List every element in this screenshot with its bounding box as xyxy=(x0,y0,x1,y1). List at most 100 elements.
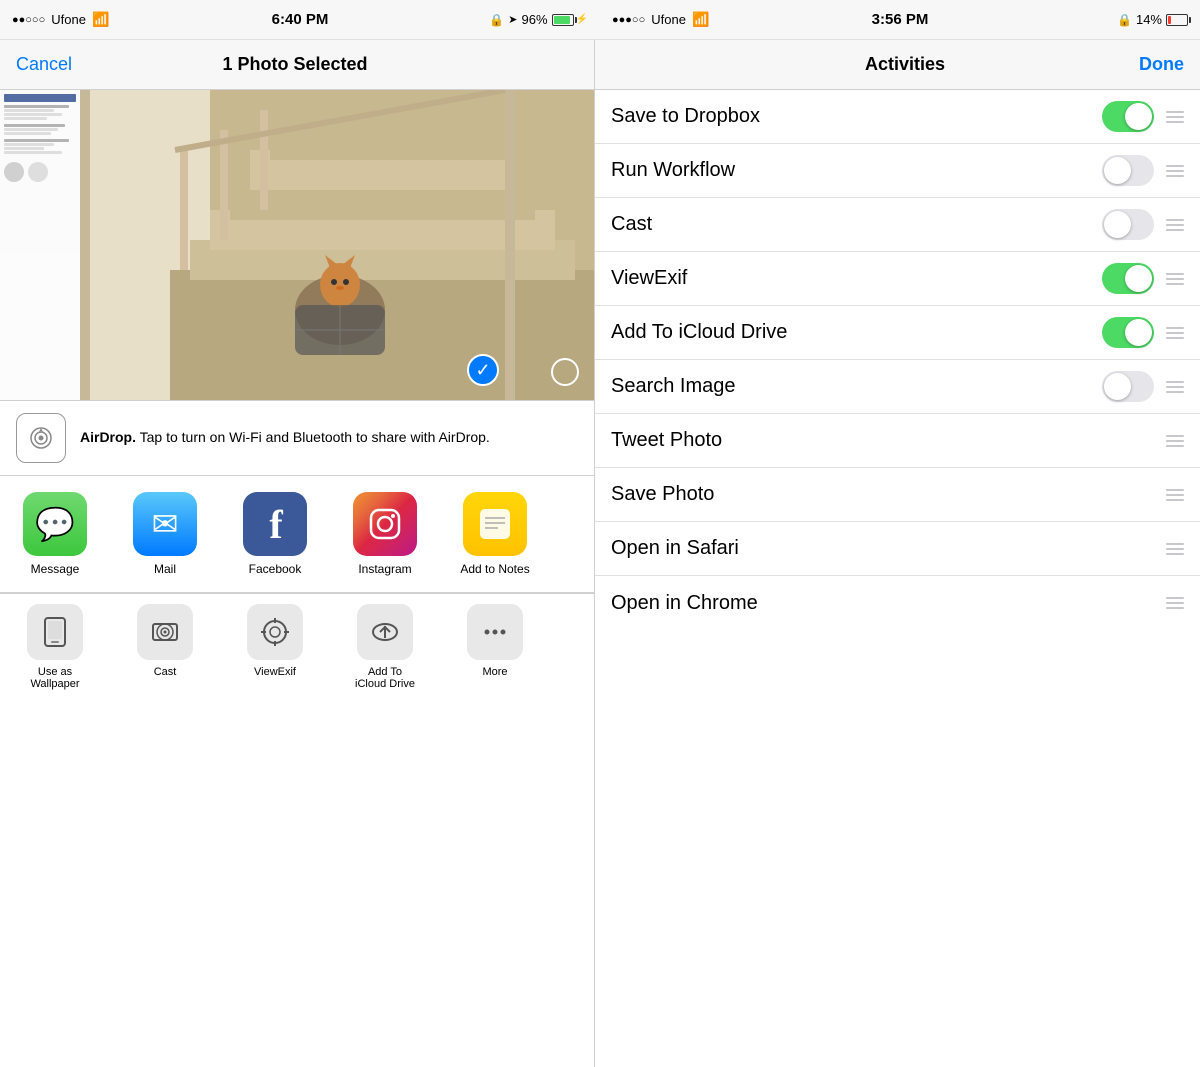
more-icon xyxy=(467,604,523,660)
carrier-left: Ufone xyxy=(51,12,86,27)
viewexif-icon xyxy=(247,604,303,660)
wifi-icon-right: 📶 xyxy=(692,11,709,28)
nav-bar-left: Cancel 1 Photo Selected xyxy=(0,40,594,90)
signal-dots-left: ●●○○○ xyxy=(12,14,45,26)
app-icon-notes[interactable]: Add to Notes xyxy=(440,492,550,576)
drag-handle-savephoto[interactable] xyxy=(1166,489,1184,501)
app-icon-facebook[interactable]: f Facebook xyxy=(220,492,330,576)
app-icon-message[interactable]: 💬 Message xyxy=(0,492,110,576)
activity-label-dropbox: Save to Dropbox xyxy=(611,105,760,128)
activity-row-cast: Cast xyxy=(595,198,1200,252)
app-icon-mail[interactable]: ✉ Mail xyxy=(110,492,220,576)
icloud-label: Add ToiCloud Drive xyxy=(355,666,415,690)
status-bar: ●●○○○ Ufone 📶 6:40 PM 🔒 ➤ 96% ⚡ ●●●○○ Uf… xyxy=(0,0,1200,40)
facebook-icon: f xyxy=(243,492,307,556)
activity-row-savephoto: Save Photo xyxy=(595,468,1200,522)
airdrop-description: AirDrop. Tap to turn on Wi-Fi and Blueto… xyxy=(80,428,490,448)
drag-handle-icloud[interactable] xyxy=(1166,327,1184,339)
app-icons-row: 💬 Message ✉ Mail f Facebook xyxy=(0,476,594,593)
app-icon-notes-label: Add to Notes xyxy=(460,562,529,576)
activity-row-dropbox: Save to Dropbox xyxy=(595,90,1200,144)
battery-percent-left: 96% xyxy=(522,12,548,27)
status-bar-right: ●●●○○ Ufone 📶 3:56 PM 🔒 14% xyxy=(600,11,1200,28)
icloud-icon xyxy=(357,604,413,660)
battery-right xyxy=(1166,14,1188,26)
activities-list: Save to Dropbox Run Workflow xyxy=(595,90,1200,1067)
status-bar-left: ●●○○○ Ufone 📶 6:40 PM 🔒 ➤ 96% ⚡ xyxy=(0,11,600,28)
toggle-dropbox[interactable] xyxy=(1102,101,1154,132)
viewexif-label: ViewExif xyxy=(254,666,296,678)
carrier-right: Ufone xyxy=(651,12,686,27)
signal-dots-right: ●●●○○ xyxy=(612,14,645,26)
action-icons-row: Use asWallpaper Cast xyxy=(0,593,594,1067)
drag-handle-search[interactable] xyxy=(1166,381,1184,393)
activity-row-safari: Open in Safari xyxy=(595,522,1200,576)
toggle-cast[interactable] xyxy=(1102,209,1154,240)
app-icon-message-label: Message xyxy=(31,562,80,576)
battery-percent-right: 14% xyxy=(1136,12,1162,27)
battery-left: ⚡ xyxy=(552,14,588,26)
drag-handle-workflow[interactable] xyxy=(1166,165,1184,177)
app-icon-facebook-label: Facebook xyxy=(249,562,302,576)
wifi-icon-left: 📶 xyxy=(92,11,109,28)
activity-label-tweet: Tweet Photo xyxy=(611,429,722,452)
activity-label-workflow: Run Workflow xyxy=(611,159,735,182)
photo-strip: ✓ xyxy=(0,90,595,400)
activity-label-safari: Open in Safari xyxy=(611,537,739,560)
drag-handle-safari[interactable] xyxy=(1166,543,1184,555)
drag-handle-viewexif[interactable] xyxy=(1166,273,1184,285)
app-icon-mail-label: Mail xyxy=(154,562,176,576)
lock-left: 🔒 xyxy=(489,13,504,27)
app-icon-instagram[interactable]: Instagram xyxy=(330,492,440,576)
action-viewexif[interactable]: ViewExif xyxy=(220,604,330,686)
action-icloud[interactable]: Add ToiCloud Drive xyxy=(330,604,440,698)
activity-row-viewexif: ViewExif xyxy=(595,252,1200,306)
airdrop-row: AirDrop. Tap to turn on Wi-Fi and Blueto… xyxy=(0,400,594,476)
photo-thumb-right[interactable] xyxy=(515,90,595,400)
cancel-button[interactable]: Cancel xyxy=(16,54,72,75)
toggle-search[interactable] xyxy=(1102,371,1154,402)
notes-icon xyxy=(463,492,527,556)
activities-title: Activities xyxy=(865,54,945,75)
drag-handle-cast[interactable] xyxy=(1166,219,1184,231)
mail-icon: ✉ xyxy=(133,492,197,556)
nav-bar-right: Activities Done xyxy=(595,40,1200,90)
time-left: 6:40 PM xyxy=(272,11,329,28)
done-button[interactable]: Done xyxy=(1139,54,1184,75)
activity-label-cast: Cast xyxy=(611,213,652,236)
toggle-workflow[interactable] xyxy=(1102,155,1154,186)
drag-handle-tweet[interactable] xyxy=(1166,435,1184,447)
drag-handle-chrome[interactable] xyxy=(1166,597,1184,609)
time-right: 3:56 PM xyxy=(872,11,929,28)
lock-right: 🔒 xyxy=(1117,13,1132,27)
toggle-viewexif[interactable] xyxy=(1102,263,1154,294)
more-label: More xyxy=(482,666,507,678)
photo-empty-circle[interactable] xyxy=(551,358,579,386)
location-icon: ➤ xyxy=(508,13,517,26)
instagram-icon xyxy=(353,492,417,556)
photo-thumb-left[interactable] xyxy=(0,90,80,400)
action-more[interactable]: More xyxy=(440,604,550,686)
wallpaper-label: Use asWallpaper xyxy=(30,666,79,690)
action-cast[interactable]: Cast xyxy=(110,604,220,686)
cast-icon xyxy=(137,604,193,660)
left-panel: Cancel 1 Photo Selected xyxy=(0,40,595,1067)
activity-row-workflow: Run Workflow xyxy=(595,144,1200,198)
photo-selected-title: 1 Photo Selected xyxy=(222,54,367,75)
activity-label-search: Search Image xyxy=(611,375,736,398)
action-wallpaper[interactable]: Use asWallpaper xyxy=(0,604,110,698)
activity-row-icloud: Add To iCloud Drive xyxy=(595,306,1200,360)
drag-handle-dropbox[interactable] xyxy=(1166,111,1184,123)
right-panel: Activities Done Save to Dropbox Run Work… xyxy=(595,40,1200,1067)
photo-main[interactable]: ✓ xyxy=(80,90,515,400)
activity-row-chrome: Open in Chrome xyxy=(595,576,1200,630)
activity-label-icloud: Add To iCloud Drive xyxy=(611,321,787,344)
message-icon: 💬 xyxy=(23,492,87,556)
activity-row-tweet: Tweet Photo xyxy=(595,414,1200,468)
activity-label-savephoto: Save Photo xyxy=(611,483,714,506)
photo-selected-check[interactable]: ✓ xyxy=(467,354,499,386)
toggle-icloud[interactable] xyxy=(1102,317,1154,348)
activity-label-viewexif: ViewExif xyxy=(611,267,687,290)
main-layout: Cancel 1 Photo Selected xyxy=(0,40,1200,1067)
airdrop-icon xyxy=(16,413,66,463)
